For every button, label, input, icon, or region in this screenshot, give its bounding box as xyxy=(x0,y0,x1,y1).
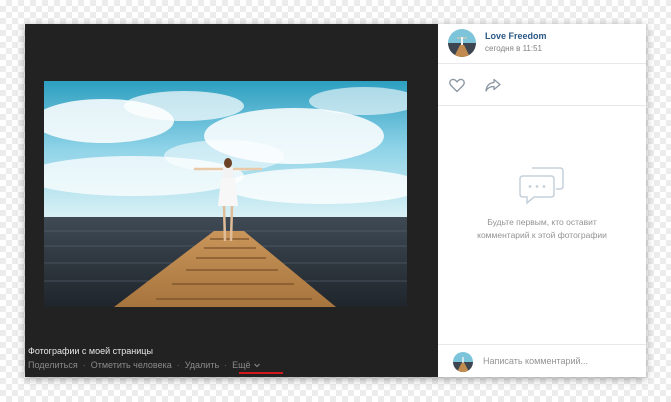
empty-comments-text: Будьте первым, кто оставит комментарий к… xyxy=(438,216,646,242)
user-avatar-icon xyxy=(453,352,473,372)
separator-dot: · xyxy=(176,360,180,370)
chevron-down-icon xyxy=(253,363,260,368)
album-title[interactable]: Фотографии с моей страницы xyxy=(28,346,153,356)
tag-person-link[interactable]: Отметить человека xyxy=(91,360,172,370)
share-link[interactable]: Поделиться xyxy=(28,360,78,370)
avatar-icon[interactable] xyxy=(448,29,476,57)
photo[interactable] xyxy=(44,81,407,307)
empty-comments-line-1: Будьте первым, кто оставит xyxy=(487,217,597,227)
comment-input[interactable] xyxy=(483,351,633,371)
more-label: Ещё xyxy=(232,360,251,370)
empty-comments-line-2: комментарий к этой фотографии xyxy=(477,230,607,240)
photo-viewer: Фотографии с моей страницы Поделиться · … xyxy=(25,24,438,377)
heart-icon[interactable] xyxy=(448,76,466,94)
reactions-bar xyxy=(438,64,646,106)
post-time[interactable]: сегодня в 11:51 xyxy=(485,44,542,53)
more-menu-button[interactable]: Ещё xyxy=(232,360,260,370)
photo-info-panel: Love Freedom сегодня в 11:51 Будьте перв… xyxy=(438,24,646,377)
photo-actions: Поделиться · Отметить человека · Удалить… xyxy=(28,360,261,370)
comments-icon xyxy=(519,167,564,205)
empty-comments: Будьте первым, кто оставит комментарий к… xyxy=(438,164,646,242)
author-name[interactable]: Love Freedom xyxy=(485,31,547,41)
post-header: Love Freedom сегодня в 11:51 xyxy=(438,24,646,64)
share-icon[interactable] xyxy=(484,76,502,94)
photo-viewer-window: Фотографии с моей страницы Поделиться · … xyxy=(25,24,646,377)
separator-dot: · xyxy=(82,360,86,370)
highlight-underline xyxy=(239,372,283,374)
delete-link[interactable]: Удалить xyxy=(185,360,219,370)
separator-dot: · xyxy=(224,360,228,370)
comment-composer xyxy=(438,344,646,377)
woman-on-pier-photo xyxy=(44,81,407,307)
